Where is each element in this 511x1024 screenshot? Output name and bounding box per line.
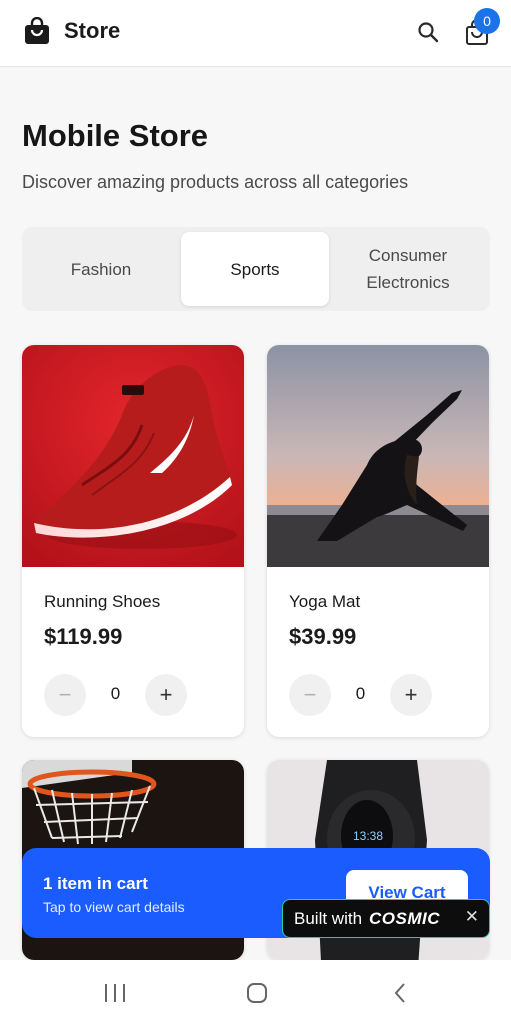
decrease-quantity-button[interactable]: −: [289, 674, 331, 716]
search-icon[interactable]: [416, 20, 440, 44]
page-title: Mobile Store: [22, 118, 209, 153]
product-name: Yoga Mat: [289, 592, 361, 611]
app-title: Store: [64, 18, 121, 43]
product-price: $119.99: [44, 624, 123, 649]
tab-consumer-electronics[interactable]: Consumer Electronics: [334, 232, 482, 306]
tracker-time-text: 13:38: [353, 829, 383, 843]
home-icon[interactable]: [246, 982, 268, 1004]
category-tabs: Fashion Sports Consumer Electronics: [22, 227, 490, 311]
back-icon[interactable]: [392, 982, 408, 1004]
running-shoe-image: [22, 345, 244, 567]
quantity-value: 0: [110, 684, 121, 703]
cart-count-badge: 0: [474, 8, 500, 34]
quantity-value: 0: [355, 684, 366, 703]
yoga-image: [267, 345, 489, 567]
shopping-bag-icon: [25, 17, 49, 44]
increase-quantity-button[interactable]: +: [390, 674, 432, 716]
built-with-badge[interactable]: Built with COSMIC ✕: [282, 899, 490, 938]
built-with-text: Built with: [294, 908, 363, 928]
app-bar: Store 0: [0, 0, 511, 67]
close-icon[interactable]: ✕: [465, 907, 479, 927]
system-navigation-bar: [0, 960, 511, 1024]
tab-sports[interactable]: Sports: [181, 232, 329, 306]
tab-fashion[interactable]: Fashion: [27, 232, 175, 306]
page-subtitle: Discover amazing products across all cat…: [22, 172, 409, 192]
product-name: Running Shoes: [44, 592, 161, 611]
product-card[interactable]: Yoga Mat $39.99 − 0 +: [267, 345, 489, 737]
decrease-quantity-button[interactable]: −: [44, 674, 86, 716]
product-card[interactable]: Running Shoes $119.99 − 0 +: [22, 345, 244, 737]
recents-icon[interactable]: [102, 982, 128, 1004]
cart-summary-title: 1 item in cart: [43, 874, 148, 893]
product-price: $39.99: [289, 624, 357, 649]
increase-quantity-button[interactable]: +: [145, 674, 187, 716]
cosmic-logo: COSMIC: [369, 908, 441, 928]
tab-label: Consumer Electronics: [366, 246, 450, 292]
cart-summary-subtitle: Tap to view cart details: [43, 899, 185, 915]
